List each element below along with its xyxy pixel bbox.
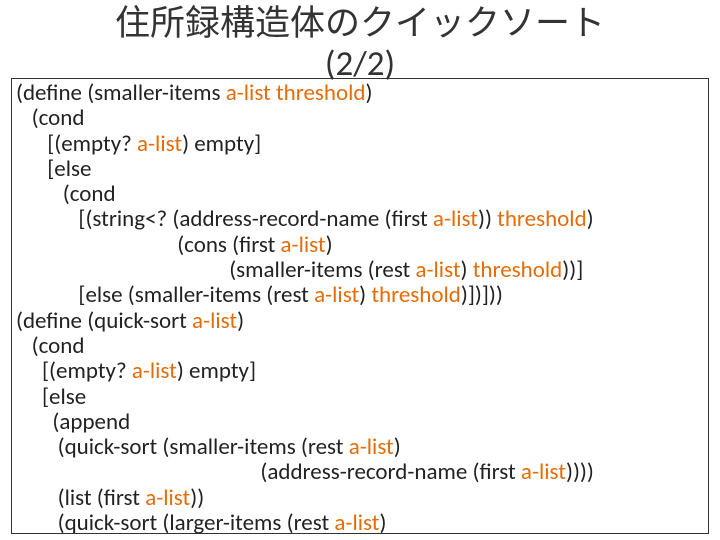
code-text: ): [366, 79, 373, 107]
code-line: (append: [16, 410, 704, 435]
code-text: [else: [16, 383, 86, 411]
code-text: ): [461, 256, 473, 284]
code-box: (define (smaller-items a-list threshold)…: [11, 78, 709, 534]
code-identifier: threshold: [497, 205, 587, 233]
code-text: )): [478, 205, 497, 233]
code-identifier: a-list: [349, 433, 394, 461]
code-line: (cond: [16, 182, 704, 207]
code-line: (cond: [16, 106, 704, 131]
code-line: (cond: [16, 334, 704, 359]
code-identifier: a-list: [145, 484, 190, 512]
code-text: ): [394, 433, 401, 461]
code-line: [else: [16, 385, 704, 410]
code-text: )])])): [461, 281, 503, 309]
code-line: (address-record-name (first a-list)))): [16, 460, 704, 485]
code-text: (address-record-name (first: [16, 458, 521, 486]
code-identifier: a-list: [192, 307, 237, 335]
code-text: [else: [16, 155, 91, 183]
code-identifier: a-list: [137, 130, 182, 158]
code-identifier: threshold: [371, 281, 461, 309]
code-identifier: a-list: [415, 256, 460, 284]
code-line: (list (first a-list)): [16, 486, 704, 511]
code-text: ): [587, 205, 594, 233]
code-text: ): [379, 509, 386, 534]
code-text: [(empty?: [16, 357, 132, 385]
code-text: (quick-sort (smaller-items (rest: [16, 433, 349, 461]
code-line: (smaller-items (rest a-list) threshold))…: [16, 258, 704, 283]
code-text: ): [359, 281, 371, 309]
code-text: [(empty?: [16, 130, 137, 158]
code-text: ) empty]: [177, 357, 256, 385]
code-text: [else (smaller-items (rest: [16, 281, 314, 309]
code-text: ))]: [562, 256, 583, 284]
code-line: (cons (first a-list): [16, 233, 704, 258]
code-text: )))): [566, 458, 594, 486]
code-line: (define (smaller-items a-list threshold): [16, 81, 704, 106]
code-text: (define (smaller-items: [16, 79, 226, 107]
slide-title: 住所録構造体のクイックソート (2/2): [0, 0, 720, 85]
code-identifier: threshold: [473, 256, 563, 284]
slide: 住所録構造体のクイックソート (2/2) (define (smaller-it…: [0, 0, 720, 540]
code-text: )): [190, 484, 204, 512]
code-text: (cond: [16, 104, 84, 132]
code-text: (append: [16, 408, 130, 436]
code-text: (cond: [16, 180, 116, 208]
code-line: [(string<? (address-record-name (first a…: [16, 207, 704, 232]
code-text: (quick-sort (larger-items (rest: [16, 509, 334, 534]
code-line: [else (smaller-items (rest a-list) thres…: [16, 283, 704, 308]
code-identifier: threshold: [276, 79, 366, 107]
code-identifier: a-list: [521, 458, 566, 486]
code-text: ): [237, 307, 244, 335]
code-identifier: a-list: [314, 281, 359, 309]
code-text: (define (quick-sort: [16, 307, 192, 335]
code-line: [(empty? a-list) empty]: [16, 132, 704, 157]
code-line: (quick-sort (larger-items (rest a-list): [16, 511, 704, 534]
code-line: (define (quick-sort a-list): [16, 309, 704, 334]
code-text: [(string<? (address-record-name (first: [16, 205, 433, 233]
code-text: (cons (first: [16, 231, 281, 259]
code-text: (smaller-items (rest: [16, 256, 415, 284]
title-line-1: 住所録構造体のクイックソート: [115, 3, 605, 45]
code-identifier: a-list: [334, 509, 379, 534]
code-identifier: a-list: [226, 79, 271, 107]
code-text: (list (first: [16, 484, 145, 512]
code-identifier: a-list: [132, 357, 177, 385]
code-identifier: a-list: [433, 205, 478, 233]
code-text: ): [326, 231, 333, 259]
code-line: (quick-sort (smaller-items (rest a-list): [16, 435, 704, 460]
code-text: ) empty]: [182, 130, 261, 158]
code-text: (cond: [16, 332, 84, 360]
code-identifier: a-list: [281, 231, 326, 259]
code-line: [else: [16, 157, 704, 182]
code-line: [(empty? a-list) empty]: [16, 359, 704, 384]
